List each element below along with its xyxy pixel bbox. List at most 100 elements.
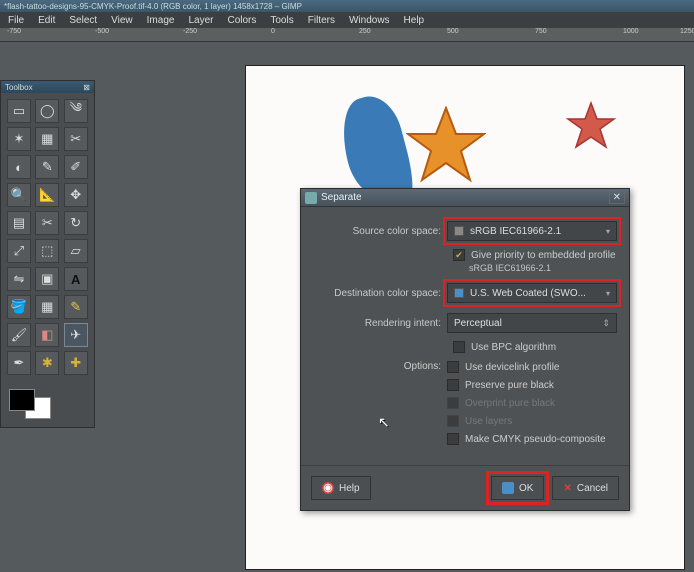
window-titlebar: *flash-tattoo-designs-95-CMYK-Proof.tif-… bbox=[0, 0, 694, 12]
shear-tool-icon[interactable]: ⬚ bbox=[35, 239, 59, 263]
menu-colors[interactable]: Colors bbox=[221, 15, 262, 26]
menu-layer[interactable]: Layer bbox=[182, 15, 219, 26]
eraser-tool-icon[interactable]: ◧ bbox=[35, 323, 59, 347]
perspective-tool-icon[interactable]: ▱ bbox=[64, 239, 88, 263]
rotate-tool-icon[interactable]: ↻ bbox=[64, 211, 88, 235]
ellipse-select-tool-icon[interactable]: ◯ bbox=[35, 99, 59, 123]
ruler-tick: -750 bbox=[7, 28, 21, 35]
color-picker-tool-icon[interactable]: ✐ bbox=[64, 155, 88, 179]
measure-tool-icon[interactable]: 📐 bbox=[35, 183, 59, 207]
clone-tool-icon[interactable]: ✱ bbox=[35, 351, 59, 375]
bpc-checkbox[interactable] bbox=[453, 341, 465, 353]
cancel-button-label: Cancel bbox=[577, 483, 608, 494]
airbrush-tool-icon[interactable]: ✈ bbox=[64, 323, 88, 347]
ruler-tick: 0 bbox=[271, 28, 275, 35]
profile-swatch-icon bbox=[454, 226, 464, 236]
menu-file[interactable]: File bbox=[2, 15, 30, 26]
pseudo-composite-checkbox[interactable] bbox=[447, 433, 459, 445]
dialog-icon bbox=[305, 192, 317, 204]
help-button-label: Help bbox=[339, 483, 360, 494]
tool-grid: ▭ ◯ ༄ ✶ ▦ ✂ ◐ ✎ ✐ 🔍 📐 ✥ ▤ ✂ ↻ ⤢ ⬚ ▱ ⇋ ▣ … bbox=[1, 93, 94, 381]
bpc-label: Use BPC algorithm bbox=[471, 342, 556, 353]
fuzzy-select-tool-icon[interactable]: ✶ bbox=[7, 127, 31, 151]
foreground-color-swatch[interactable] bbox=[9, 389, 35, 411]
source-color-space-combo[interactable]: sRGB IEC61966-2.1 ▾ bbox=[447, 221, 617, 241]
paintbrush-tool-icon[interactable]: 🖌 bbox=[7, 323, 31, 347]
ok-button-label: OK bbox=[519, 483, 533, 494]
menu-filters[interactable]: Filters bbox=[302, 15, 341, 26]
devicelink-label: Use devicelink profile bbox=[465, 362, 560, 373]
flip-tool-icon[interactable]: ⇋ bbox=[7, 267, 31, 291]
align-tool-icon[interactable]: ▤ bbox=[7, 211, 31, 235]
crop-tool-icon[interactable]: ✂ bbox=[35, 211, 59, 235]
ok-icon bbox=[502, 482, 514, 494]
menu-view[interactable]: View bbox=[105, 15, 139, 26]
separate-dialog: Separate ✕ Source color space: sRGB IEC6… bbox=[300, 188, 630, 511]
free-select-tool-icon[interactable]: ༄ bbox=[64, 99, 88, 123]
overprint-checkbox bbox=[447, 397, 459, 409]
ruler-tick: 250 bbox=[359, 28, 371, 35]
cage-tool-icon[interactable]: ▣ bbox=[35, 267, 59, 291]
window-title: *flash-tattoo-designs-95-CMYK-Proof.tif-… bbox=[4, 2, 302, 11]
source-color-space-value: sRGB IEC61966-2.1 bbox=[470, 226, 561, 237]
ruler-tick: 1250 bbox=[680, 28, 694, 35]
uselayers-checkbox bbox=[447, 415, 459, 427]
cancel-button[interactable]: Cancel bbox=[552, 476, 619, 500]
dest-color-space-combo[interactable]: U.S. Web Coated (SWO... ▾ bbox=[447, 283, 617, 303]
color-swatches[interactable] bbox=[1, 381, 94, 427]
rendering-intent-combo[interactable]: Perceptual ⇕ bbox=[447, 313, 617, 333]
help-icon bbox=[322, 482, 334, 494]
source-color-space-label: Source color space: bbox=[313, 226, 441, 237]
uselayers-label: Use layers bbox=[465, 416, 512, 427]
priority-label: Give priority to embedded profile bbox=[471, 250, 616, 261]
options-label: Options: bbox=[313, 361, 441, 372]
toolbox-titlebar[interactable]: Toolbox ⊠ bbox=[1, 81, 94, 93]
dialog-body: Source color space: sRGB IEC61966-2.1 ▾ … bbox=[301, 207, 629, 465]
zoom-tool-icon[interactable]: 🔍 bbox=[7, 183, 31, 207]
overprint-label: Overprint pure black bbox=[465, 398, 555, 409]
rect-select-tool-icon[interactable]: ▭ bbox=[7, 99, 31, 123]
priority-sublabel: sRGB IEC61966-2.1 bbox=[469, 263, 617, 273]
rendering-intent-value: Perceptual bbox=[454, 318, 502, 329]
dest-color-space-value: U.S. Web Coated (SWO... bbox=[470, 288, 586, 299]
by-color-select-tool-icon[interactable]: ▦ bbox=[35, 127, 59, 151]
menu-edit[interactable]: Edit bbox=[32, 15, 61, 26]
text-tool-icon[interactable]: A bbox=[64, 267, 88, 291]
chevron-down-icon: ▾ bbox=[606, 227, 610, 236]
scale-tool-icon[interactable]: ⤢ bbox=[7, 239, 31, 263]
ok-button[interactable]: OK bbox=[491, 476, 544, 500]
blend-tool-icon[interactable]: ▦ bbox=[35, 295, 59, 319]
dialog-titlebar[interactable]: Separate ✕ bbox=[301, 189, 629, 207]
chevron-down-icon: ▾ bbox=[606, 289, 610, 298]
toolbox-close-icon[interactable]: ⊠ bbox=[83, 83, 90, 92]
ruler-tick: 750 bbox=[535, 28, 547, 35]
pseudo-composite-label: Make CMYK pseudo-composite bbox=[465, 434, 606, 445]
toolbox-panel: Toolbox ⊠ ▭ ◯ ༄ ✶ ▦ ✂ ◐ ✎ ✐ 🔍 📐 ✥ ▤ ✂ ↻ … bbox=[0, 80, 95, 428]
preserve-black-checkbox[interactable] bbox=[447, 379, 459, 391]
ruler-tick: 1000 bbox=[623, 28, 639, 35]
ruler-horizontal: -750 -500 -250 0 250 500 750 1000 1250 bbox=[0, 28, 694, 42]
priority-checkbox[interactable]: ✔ bbox=[453, 249, 465, 261]
ruler-tick: -250 bbox=[183, 28, 197, 35]
bucket-fill-tool-icon[interactable]: 🪣 bbox=[7, 295, 31, 319]
help-button[interactable]: Help bbox=[311, 476, 371, 500]
menu-help[interactable]: Help bbox=[398, 15, 431, 26]
foreground-select-tool-icon[interactable]: ◐ bbox=[7, 155, 31, 179]
ruler-tick: -500 bbox=[95, 28, 109, 35]
preserve-black-label: Preserve pure black bbox=[465, 380, 554, 391]
dialog-title-text: Separate bbox=[321, 192, 362, 203]
devicelink-checkbox[interactable] bbox=[447, 361, 459, 373]
scissors-tool-icon[interactable]: ✂ bbox=[64, 127, 88, 151]
move-tool-icon[interactable]: ✥ bbox=[64, 183, 88, 207]
dialog-button-bar: Help OK Cancel bbox=[301, 465, 629, 510]
menu-tools[interactable]: Tools bbox=[264, 15, 299, 26]
pencil-tool-icon[interactable]: ✎ bbox=[64, 295, 88, 319]
menu-image[interactable]: Image bbox=[141, 15, 181, 26]
heal-tool-icon[interactable]: ✚ bbox=[64, 351, 88, 375]
updown-icon: ⇕ bbox=[602, 318, 610, 329]
dialog-close-button[interactable]: ✕ bbox=[609, 191, 625, 204]
paths-tool-icon[interactable]: ✎ bbox=[35, 155, 59, 179]
ink-tool-icon[interactable]: ✒ bbox=[7, 351, 31, 375]
menu-select[interactable]: Select bbox=[63, 15, 103, 26]
menu-windows[interactable]: Windows bbox=[343, 15, 396, 26]
